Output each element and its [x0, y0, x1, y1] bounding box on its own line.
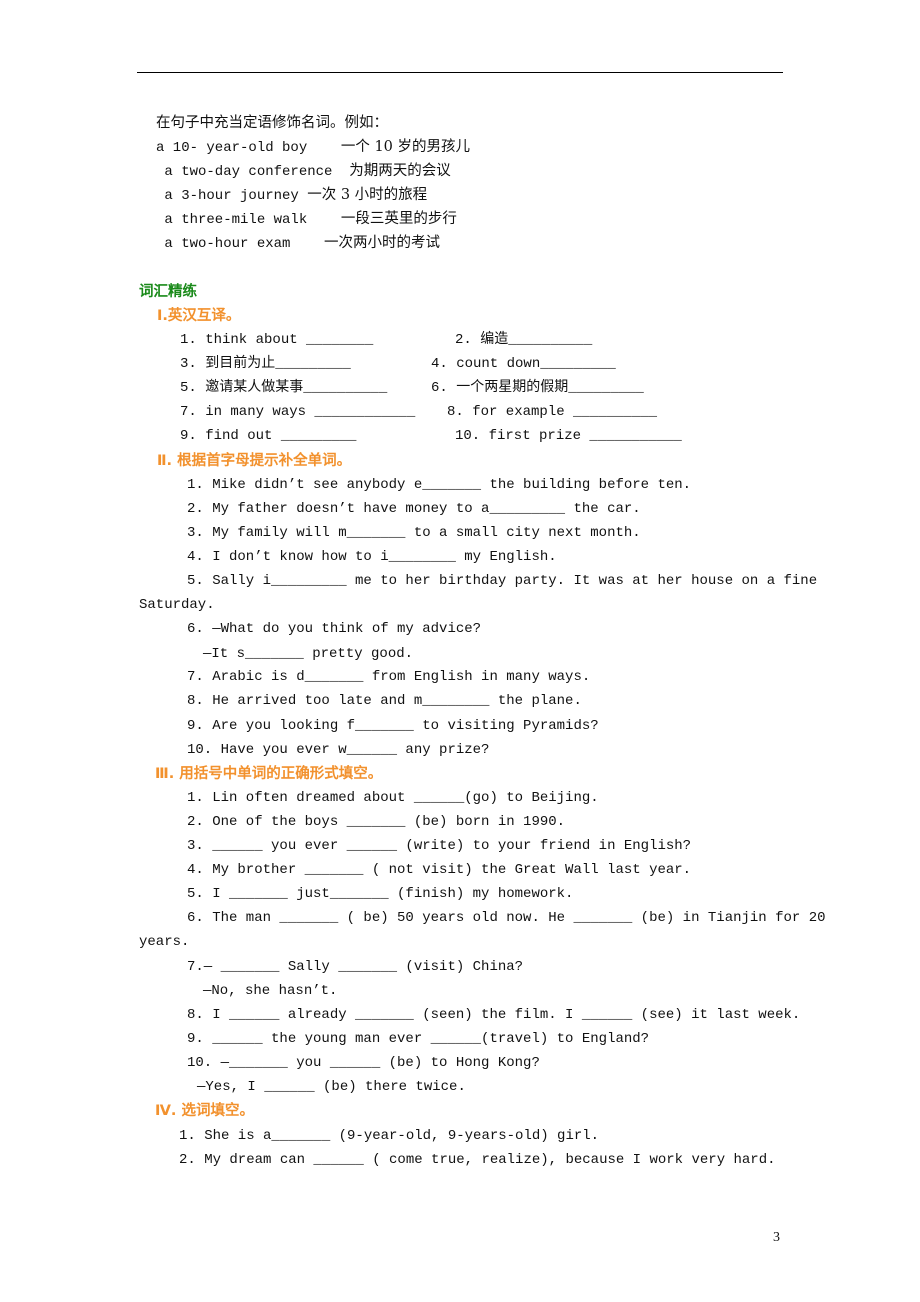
- part1-item: 1. think about ________: [180, 332, 374, 348]
- part3-line: 10. —_______ you ______ (be) to Hong Kon…: [187, 1055, 540, 1071]
- part1-item: 9. find out _________: [180, 428, 357, 444]
- part3-line: 6. The man _______ ( be) 50 years old no…: [187, 910, 826, 926]
- part4-title: Ⅳ. 选词填空。: [155, 1103, 254, 1119]
- part3-line: 4. My brother _______ ( not visit) the G…: [187, 862, 692, 878]
- part2-line: 1. Mike didn’t see anybody e_______ the …: [187, 477, 692, 493]
- part1-item: 2. 编造__________: [455, 332, 593, 348]
- header-rule: [137, 72, 783, 73]
- part1-item: 6. 一个两星期的假期_________: [431, 380, 644, 396]
- example-en: a 3-hour journey: [156, 188, 308, 204]
- part3-title: Ⅲ. 用括号中单词的正确形式填空。: [155, 766, 383, 782]
- example-2: a two-day conference 为期两天的会议: [156, 162, 451, 181]
- example-zh: 一次两小时的考试: [324, 235, 441, 251]
- example-zh: 为期两天的会议: [349, 163, 451, 179]
- part1-title: Ⅰ.英汉互译。: [157, 308, 241, 324]
- part4-line: 1. She is a_______ (9-year-old, 9-years-…: [179, 1128, 600, 1144]
- example-en: a two-hour exam: [156, 236, 325, 252]
- part3-line: —Yes, I ______ (be) there twice.: [197, 1079, 466, 1095]
- part2-line: 7. Arabic is d_______ from English in ma…: [187, 669, 591, 685]
- part1-item: 4. count down_________: [431, 356, 616, 372]
- part4-line: 2. My dream can ______ ( come true, real…: [179, 1152, 776, 1168]
- part2-line: 4. I don’t know how to i________ my Engl…: [187, 549, 557, 565]
- intro-heading: 在句子中充当定语修饰名词。例如：: [156, 115, 388, 131]
- part3-line: 2. One of the boys _______ (be) born in …: [187, 814, 566, 830]
- part3-line: 8. I ______ already _______ (seen) the f…: [187, 1007, 801, 1023]
- part2-line: —It s_______ pretty good.: [203, 646, 414, 662]
- part2-line: Saturday.: [139, 597, 215, 613]
- example-en: a two-day conference: [156, 164, 350, 180]
- part2-line: 3. My family will m_______ to a small ci…: [187, 525, 641, 541]
- part3-line: —No, she hasn’t.: [203, 983, 338, 999]
- example-zh: 一个 10 岁的男孩儿: [340, 139, 471, 155]
- example-1: a 10- year-old boy 一个 10 岁的男孩儿: [156, 138, 470, 157]
- example-en: a three-mile walk: [156, 212, 341, 228]
- part1-item: 8. for example __________: [447, 404, 658, 420]
- part2-line: 6. —What do you think of my advice?: [187, 621, 482, 637]
- part2-line: 10. Have you ever w______ any prize?: [187, 742, 490, 758]
- part3-line: years.: [139, 934, 190, 950]
- example-zh: 一段三英里的步行: [340, 211, 457, 227]
- page-number: 3: [773, 1230, 780, 1245]
- example-3: a 3-hour journey 一次 3 小时的旅程: [156, 186, 427, 205]
- part2-line: 5. Sally i_________ me to her birthday p…: [187, 573, 818, 589]
- part3-line: 9. ______ the young man ever ______(trav…: [187, 1031, 650, 1047]
- part2-line: 2. My father doesn’t have money to a____…: [187, 501, 641, 517]
- section-title: 词汇精练: [139, 284, 197, 300]
- part1-item: 10. first prize ___________: [455, 428, 682, 444]
- part1-item: 3. 到目前为止_________: [180, 356, 351, 372]
- part2-line: 9. Are you looking f_______ to visiting …: [187, 718, 599, 734]
- part2-title: Ⅱ. 根据首字母提示补全单词。: [157, 453, 352, 469]
- example-5: a two-hour exam 一次两小时的考试: [156, 234, 440, 253]
- part1-item: 7. in many ways ____________: [180, 404, 416, 420]
- example-zh: 一次 3 小时的旅程: [307, 187, 428, 203]
- part3-line: 1. Lin often dreamed about ______(go) to…: [187, 790, 599, 806]
- part2-line: 8. He arrived too late and m________ the…: [187, 693, 582, 709]
- part1-item: 5. 邀请某人做某事__________: [180, 380, 388, 396]
- part3-line: 5. I _______ just_______ (finish) my hom…: [187, 886, 574, 902]
- part3-line: 3. ______ you ever ______ (write) to you…: [187, 838, 692, 854]
- part3-line: 7.— _______ Sally _______ (visit) China?: [187, 959, 524, 975]
- example-4: a three-mile walk 一段三英里的步行: [156, 210, 457, 229]
- example-en: a 10- year-old boy: [156, 140, 341, 156]
